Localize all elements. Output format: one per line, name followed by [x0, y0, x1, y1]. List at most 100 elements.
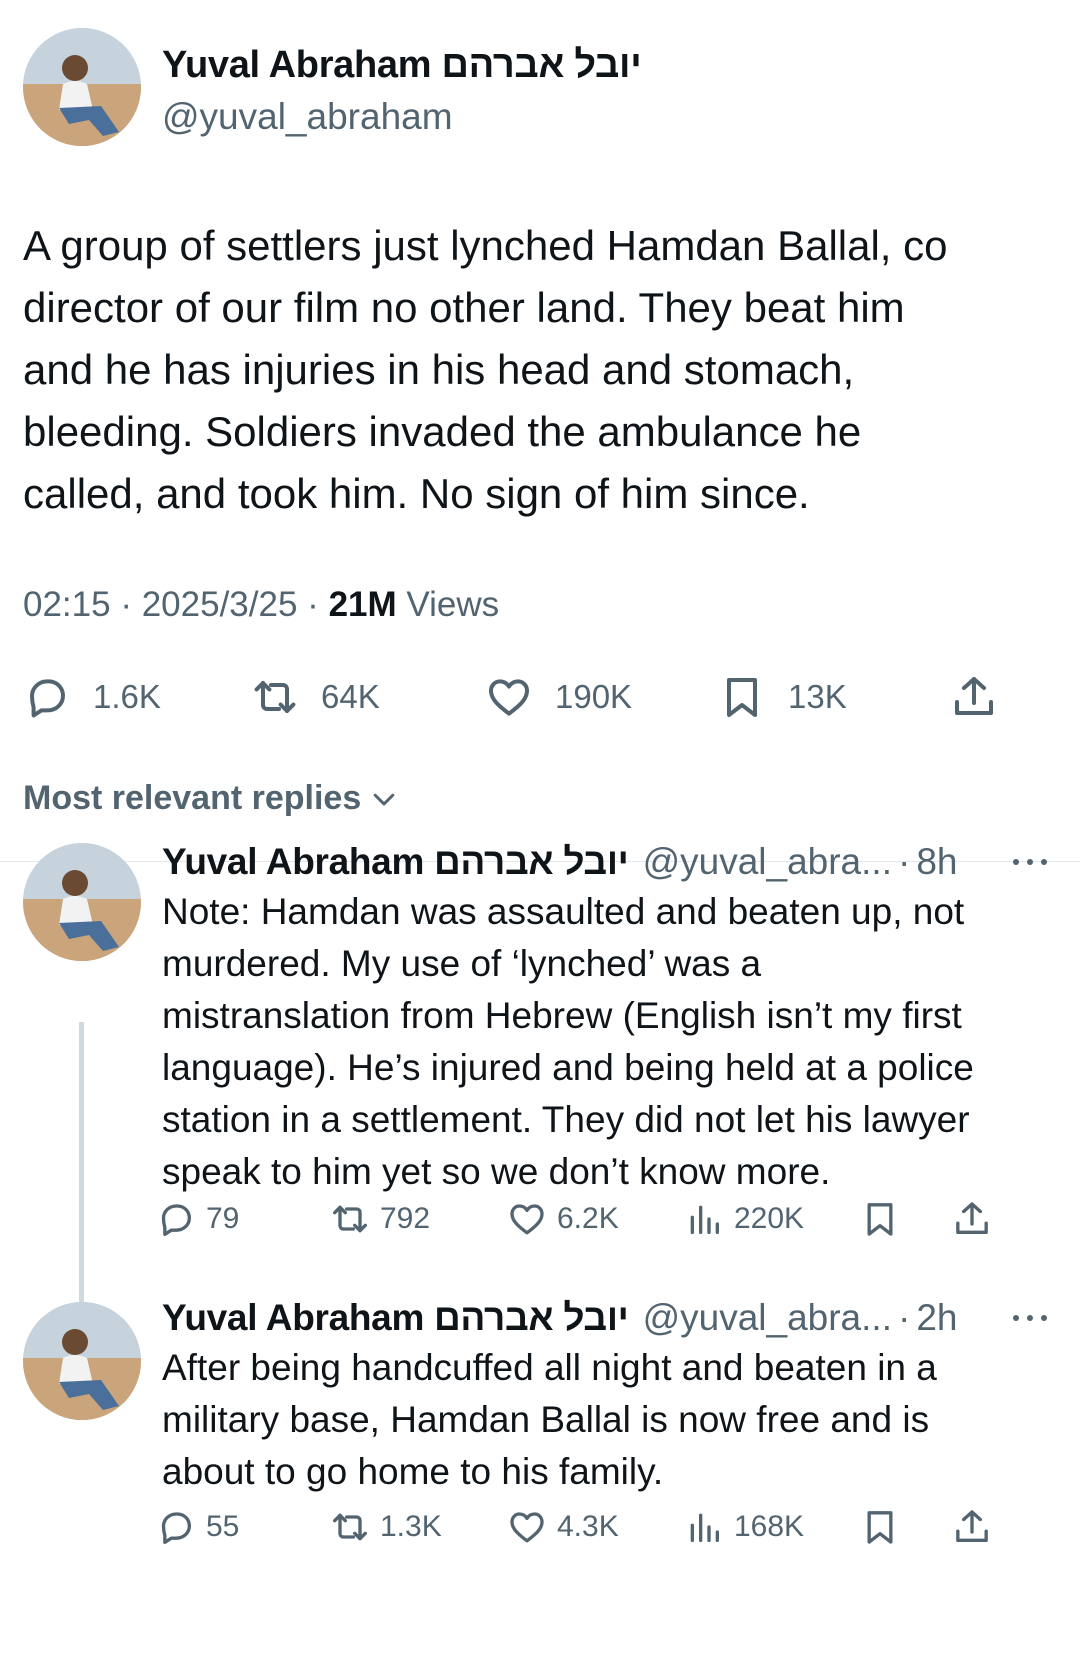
- meta-separator: ·: [897, 1297, 911, 1338]
- views-count: 21M: [328, 585, 397, 624]
- reply-count: 55: [206, 1510, 240, 1543]
- reply-action-bar: 79 792 6.2K 220K: [0, 1194, 1080, 1244]
- reply-tweet[interactable]: Yuval Abraham יובל אברהם @yuval_abra... …: [0, 1294, 1080, 1664]
- avatar-photo: [23, 843, 141, 961]
- bookmark-button[interactable]: 13K: [718, 667, 847, 727]
- like-count: 190K: [555, 678, 633, 715]
- speech-bubble-icon: [30, 679, 65, 718]
- replies-sort-label: Most relevant replies: [23, 779, 362, 817]
- meta-separator: ·: [307, 585, 319, 624]
- more-options-button[interactable]: [1008, 852, 1052, 872]
- reply-time[interactable]: 8h: [916, 841, 957, 883]
- share-upload-icon: [956, 1510, 988, 1542]
- reply-text-line: about to go home to his family.: [162, 1451, 664, 1492]
- heart-icon: [510, 1204, 544, 1235]
- repost-button[interactable]: 1.3K: [330, 1502, 442, 1552]
- bookmark-icon: [867, 1511, 893, 1544]
- reply-text: Note: Hamdan was assaulted and beaten up…: [162, 886, 1062, 1198]
- author-handle[interactable]: @yuval_abra...: [643, 1297, 892, 1339]
- share-upload-icon: [955, 677, 993, 715]
- tweet-text: A group of settlers just lynched Hamdan …: [23, 215, 1053, 525]
- repost-arrows-icon: [333, 1513, 367, 1541]
- reply-tweet[interactable]: Yuval Abraham יובל אברהם @yuval_abra... …: [0, 838, 1080, 1258]
- repost-arrows-icon: [254, 681, 296, 713]
- tweet-action-bar: 1.6K 64K 190K 13K: [0, 667, 1080, 727]
- reply-button[interactable]: 1.6K: [23, 667, 161, 727]
- replies-sort-dropdown[interactable]: Most relevant replies: [23, 779, 399, 818]
- like-count: 4.3K: [557, 1510, 619, 1543]
- avatar[interactable]: [23, 28, 141, 146]
- like-button[interactable]: 6.2K: [507, 1194, 619, 1244]
- tweet-text-line: bleeding. Soldiers invaded the ambulance…: [23, 408, 862, 455]
- chevron-down-icon: [374, 793, 395, 805]
- views-count: 168K: [734, 1510, 805, 1543]
- main-tweet: Yuval Abraham יובל אברהם @yuval_abraham …: [0, 0, 1080, 862]
- reply-header: Yuval Abraham יובל אברהם @yuval_abra... …: [162, 1294, 957, 1342]
- tweet-text-line: called, and took him. No sign of him sin…: [23, 470, 810, 517]
- more-dots-icon: [1013, 859, 1047, 865]
- author-name[interactable]: Yuval Abraham יובל אברהם: [162, 44, 642, 87]
- reply-time[interactable]: 2h: [916, 1297, 957, 1339]
- more-dots-icon: [1013, 1315, 1047, 1321]
- reply-text-line: murdered. My use of ‘lynched’ was a: [162, 943, 762, 984]
- share-button[interactable]: [950, 667, 998, 727]
- tweet-date[interactable]: 2025/3/25: [142, 585, 298, 624]
- bookmark-button[interactable]: [860, 1502, 900, 1552]
- meta-separator: ·: [897, 841, 911, 882]
- bar-chart-icon: [690, 1205, 719, 1234]
- avatar[interactable]: [23, 843, 141, 961]
- share-upload-icon: [956, 1202, 988, 1234]
- reply-count: 79: [206, 1202, 240, 1235]
- speech-bubble-icon: [161, 1204, 191, 1236]
- views-button[interactable]: 220K: [684, 1194, 804, 1244]
- author-name[interactable]: Yuval Abraham יובל אברהם: [162, 841, 629, 883]
- reply-text: After being handcuffed all night and bea…: [162, 1342, 1062, 1498]
- tweet-time[interactable]: 02:15: [23, 585, 111, 624]
- bookmark-icon: [727, 678, 757, 717]
- repost-button[interactable]: 792: [330, 1194, 430, 1244]
- reply-text-line: station in a settlement. They did not le…: [162, 1099, 970, 1140]
- views-count: 220K: [734, 1202, 805, 1235]
- meta-separator: ·: [120, 585, 132, 624]
- tweet-text-line: director of our film no other land. They…: [23, 284, 905, 331]
- bookmark-button[interactable]: [860, 1194, 900, 1244]
- tweet-text-line: and he has injuries in his head and stom…: [23, 346, 855, 393]
- like-button[interactable]: 4.3K: [507, 1502, 619, 1552]
- reply-text-line: language). He’s injured and being held a…: [162, 1047, 974, 1088]
- like-count: 6.2K: [557, 1202, 619, 1235]
- repost-count: 792: [380, 1202, 431, 1235]
- views-button[interactable]: 168K: [684, 1502, 804, 1552]
- author-handle[interactable]: @yuval_abraham: [162, 96, 453, 138]
- reply-text-line: After being handcuffed all night and bea…: [162, 1347, 937, 1388]
- share-button[interactable]: [952, 1194, 992, 1244]
- speech-bubble-icon: [161, 1512, 191, 1544]
- reply-text-line: mistranslation from Hebrew (English isn’…: [162, 995, 962, 1036]
- reply-button[interactable]: 79: [156, 1194, 239, 1244]
- avatar[interactable]: [23, 1302, 141, 1420]
- reply-text-line: speak to him yet so we don’t know more.: [162, 1151, 831, 1192]
- heart-icon: [510, 1512, 544, 1543]
- repost-count: 1.3K: [380, 1510, 442, 1543]
- bar-chart-icon: [690, 1513, 719, 1542]
- repost-count: 64K: [321, 678, 380, 715]
- reply-text-line: Note: Hamdan was assaulted and beaten up…: [162, 891, 965, 932]
- avatar-photo: [23, 1302, 141, 1420]
- author-handle[interactable]: @yuval_abra...: [643, 841, 892, 883]
- bookmark-count: 13K: [788, 678, 847, 715]
- avatar-photo: [23, 28, 141, 146]
- reply-count: 1.6K: [93, 678, 161, 715]
- more-options-button[interactable]: [1008, 1308, 1052, 1328]
- like-button[interactable]: 190K: [485, 667, 632, 727]
- repost-button[interactable]: 64K: [251, 667, 380, 727]
- heart-icon: [489, 679, 529, 716]
- views-label: Views: [406, 585, 500, 624]
- repost-arrows-icon: [333, 1205, 367, 1233]
- tweet-text-line: A group of settlers just lynched Hamdan …: [23, 222, 948, 269]
- reply-button[interactable]: 55: [156, 1502, 239, 1552]
- reply-text-line: military base, Hamdan Ballal is now free…: [162, 1399, 930, 1440]
- reply-header: Yuval Abraham יובל אברהם @yuval_abra... …: [162, 838, 957, 886]
- reply-action-bar: 55 1.3K 4.3K 168K: [0, 1502, 1080, 1552]
- share-button[interactable]: [952, 1502, 992, 1552]
- bookmark-icon: [867, 1203, 893, 1236]
- author-name[interactable]: Yuval Abraham יובל אברהם: [162, 1297, 629, 1339]
